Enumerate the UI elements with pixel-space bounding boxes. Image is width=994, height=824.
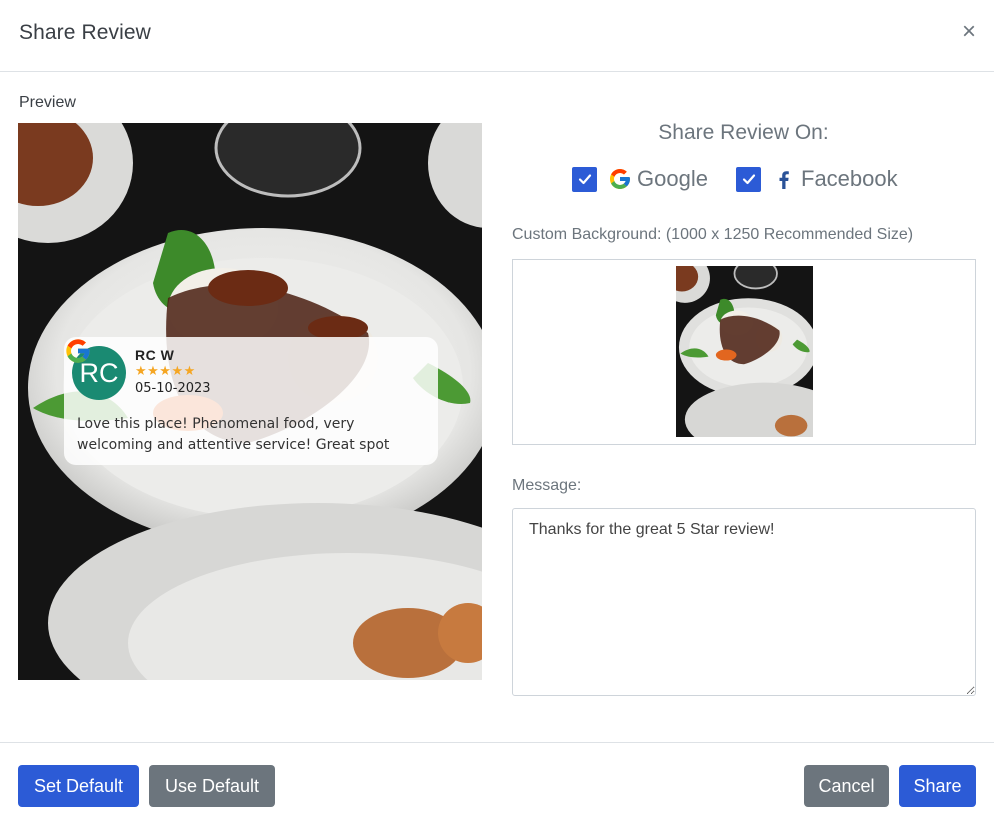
set-default-button[interactable]: Set Default — [18, 765, 139, 807]
custom-background-label: Custom Background: (1000 x 1250 Recommen… — [512, 226, 914, 243]
background-thumbnail-photo — [676, 266, 813, 437]
facebook-icon — [779, 171, 789, 189]
preview-image: RC RC W ★★★★★ 05-10-2023 Love this place… — [18, 123, 482, 680]
modal-title: Share Review — [19, 21, 151, 44]
check-icon — [742, 174, 755, 185]
preview-label: Preview — [19, 94, 76, 111]
reviewer-name: RC W — [135, 347, 175, 363]
message-label: Message: — [512, 477, 582, 494]
close-icon[interactable]: × — [955, 18, 983, 46]
use-default-button[interactable]: Use Default — [149, 765, 275, 807]
background-thumbnail — [676, 266, 813, 437]
google-checkbox[interactable] — [572, 166, 597, 192]
platform-facebook[interactable]: Facebook — [736, 166, 898, 192]
star-rating: ★★★★★ — [135, 363, 196, 378]
modal-header: Share Review × — [0, 0, 994, 72]
review-date: 05-10-2023 — [135, 381, 211, 396]
custom-background-dropzone[interactable] — [512, 259, 976, 445]
platform-google[interactable]: Google — [572, 166, 708, 192]
share-button[interactable]: Share — [899, 765, 976, 807]
facebook-checkbox[interactable] — [736, 166, 761, 192]
cancel-button[interactable]: Cancel — [804, 765, 889, 807]
message-textarea[interactable]: Thanks for the great 5 Star review! — [512, 508, 976, 696]
modal-footer: Set Default Use Default Cancel Share — [0, 742, 994, 824]
google-icon — [66, 339, 90, 363]
check-icon — [578, 174, 591, 185]
review-card: RC RC W ★★★★★ 05-10-2023 Love this place… — [64, 337, 438, 465]
facebook-label: Facebook — [801, 166, 898, 191]
share-on-title: Share Review On: — [658, 121, 829, 144]
review-text: Love this place! Phenomenal food, very w… — [77, 416, 390, 453]
google-icon — [610, 169, 630, 189]
google-label: Google — [637, 166, 708, 191]
